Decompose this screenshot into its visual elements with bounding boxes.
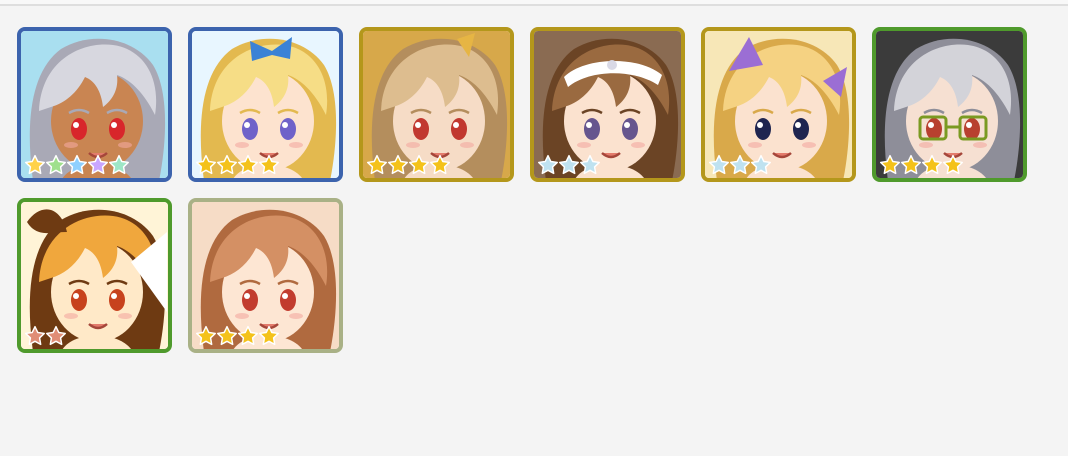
character-card[interactable]: [359, 27, 514, 182]
star-icon: [709, 154, 729, 175]
star-icon: [559, 154, 579, 175]
star-rating: [24, 325, 66, 347]
character-card[interactable]: [872, 27, 1027, 182]
character-card[interactable]: [17, 198, 172, 353]
star-icon: [88, 154, 108, 175]
character-card[interactable]: [188, 27, 343, 182]
star-rating: [537, 154, 600, 176]
star-icon: [943, 154, 963, 175]
star-icon: [25, 325, 45, 346]
star-icon: [367, 154, 387, 175]
star-icon: [217, 325, 237, 346]
star-icon: [46, 154, 66, 175]
character-card[interactable]: [188, 198, 343, 353]
star-icon: [46, 325, 66, 346]
star-icon: [196, 154, 216, 175]
star-icon: [922, 154, 942, 175]
character-grid: [0, 0, 1068, 456]
character-card[interactable]: [530, 27, 685, 182]
star-icon: [538, 154, 558, 175]
character-card[interactable]: [701, 27, 856, 182]
star-rating: [708, 154, 771, 176]
star-icon: [238, 325, 258, 346]
star-icon: [580, 154, 600, 175]
star-icon: [196, 325, 216, 346]
star-icon: [388, 154, 408, 175]
star-rating: [879, 154, 963, 176]
star-icon: [259, 154, 279, 175]
star-icon: [730, 154, 750, 175]
star-icon: [409, 154, 429, 175]
star-icon: [238, 154, 258, 175]
character-card[interactable]: [17, 27, 172, 182]
star-icon: [25, 154, 45, 175]
star-icon: [901, 154, 921, 175]
star-icon: [217, 154, 237, 175]
star-icon: [109, 154, 129, 175]
star-icon: [259, 325, 279, 346]
star-icon: [430, 154, 450, 175]
star-icon: [751, 154, 771, 175]
star-icon: [67, 154, 87, 175]
star-rating: [195, 154, 279, 176]
star-rating: [24, 154, 129, 176]
star-rating: [366, 154, 450, 176]
star-rating: [195, 325, 279, 347]
star-icon: [880, 154, 900, 175]
